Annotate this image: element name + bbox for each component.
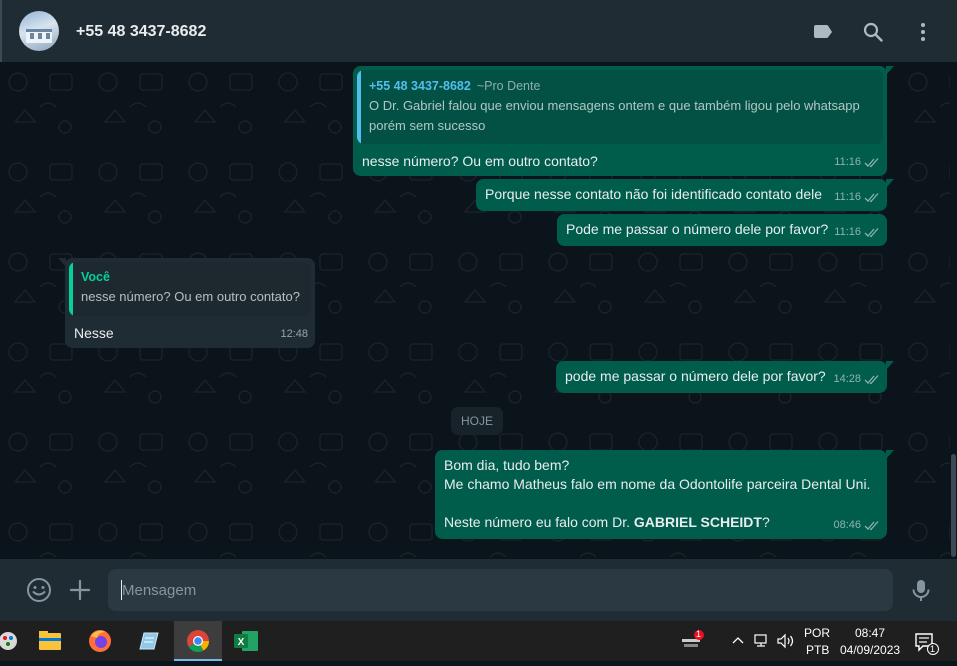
action-center-count: 1 [930,644,936,654]
network-alert-icon[interactable] [680,629,706,653]
whatsapp-window: +55 48 3437-8682 +55 48 3437-8682 ~Pro D… [0,0,957,621]
message-time: 11:16 [834,156,861,168]
message-line-2: Me chamo Matheus falo em nome da Odontol… [444,476,871,492]
notepad-icon[interactable] [124,621,172,661]
outgoing-message[interactable]: +55 48 3437-8682 ~Pro Dente O Dr. Gabriel… [353,66,894,176]
outgoing-message[interactable]: pode me passar o número dele por favor? … [556,361,894,393]
message-text: Porque nesse contato não foi identificad… [485,186,823,202]
contact-avatar[interactable] [19,11,59,51]
volume-icon[interactable] [776,633,796,649]
quote-text-line-2: porém sem sucesso [369,118,486,133]
outgoing-message[interactable]: Bom dia, tudo bem? Me chamo Matheus falo… [435,450,894,539]
attach-plus-icon[interactable] [67,577,93,603]
language-indicator-line-2[interactable]: PTB [806,643,829,657]
message-text: Nesse [74,325,114,341]
message-input[interactable] [108,569,893,611]
message-time: 08:46 [833,519,861,531]
action-center-icon[interactable] [913,631,941,657]
bold-name: GABRIEL SCHEIDT [633,514,762,530]
message-time: 11:16 [834,226,861,238]
contact-name[interactable]: +55 48 3437-8682 [76,23,206,41]
quoted-message[interactable]: +55 48 3437-8682 ~Pro Dente O Dr. Gabriel… [357,70,883,144]
date-separator: HOJE [451,407,503,435]
message-meta: 08:46 [833,516,880,535]
double-check-icon [864,521,879,531]
text-caret [121,580,122,600]
language-indicator-line-1[interactable]: POR [804,626,830,640]
excel-icon[interactable]: X [222,621,270,661]
composer-bar [0,559,957,621]
chevron-up-icon[interactable] [731,634,745,648]
clock-time[interactable]: 08:47 [855,626,885,640]
label-icon[interactable] [811,20,835,44]
outgoing-message[interactable]: Porque nesse contato não foi identificad… [476,179,894,211]
message-meta: 14:28 [833,370,880,389]
notification-badge: 1 [696,629,702,639]
message-meta: 11:16 [834,153,880,172]
quote-author: +55 48 3437-8682 [369,79,471,93]
message-line-1: Bom dia, tudo bem? [444,457,570,473]
file-explorer-icon[interactable] [26,621,74,661]
quoted-message[interactable]: Você nesse número? Ou em outro contato? [69,262,311,316]
search-icon[interactable] [861,20,885,44]
double-check-icon [864,375,879,385]
windows-taskbar: X 1 POR PTB 08:47 04/09/2023 1 [0,621,957,661]
message-time: 14:28 [833,373,861,385]
chrome-icon[interactable] [174,621,222,661]
message-time: 12:48 [280,328,308,340]
scrollbar-thumb[interactable] [951,454,956,557]
double-check-icon [864,158,879,168]
svg-text:X: X [238,637,245,648]
double-check-icon [864,193,879,203]
outgoing-message[interactable]: Pode me passar o número dele por favor? … [557,214,887,246]
microphone-icon[interactable] [908,577,934,603]
chat-scrollbar[interactable] [950,62,957,559]
emoji-icon[interactable] [26,577,52,603]
message-meta: 11:16 [834,188,880,207]
message-meta: 12:48 [280,325,308,344]
message-list[interactable]: +55 48 3437-8682 ~Pro Dente O Dr. Gabriel… [0,62,950,559]
incoming-message[interactable]: Você nesse número? Ou em outro contato? … [58,258,315,348]
message-line-3: Neste número eu falo com Dr. GABRIEL SCH… [444,514,770,530]
quote-text: nesse número? Ou em outro contato? [81,289,300,304]
clock-date[interactable]: 04/09/2023 [840,643,900,657]
quote-author: Você [81,270,110,284]
message-text: Pode me passar o número dele por favor? [566,221,829,237]
message-text: pode me passar o número dele por favor? [565,368,826,384]
message-meta: 11:16 [834,223,880,242]
message-time: 11:16 [834,191,861,203]
firefox-icon[interactable] [76,621,124,661]
quote-author-tag: ~Pro Dente [476,79,541,93]
chat-header: +55 48 3437-8682 [0,0,957,62]
menu-icon[interactable] [911,20,935,44]
message-text: nesse número? Ou em outro contato? [362,153,598,169]
network-icon[interactable] [753,633,771,649]
quote-text-line-1: O Dr. Gabriel falou que enviou mensagens… [369,98,860,113]
double-check-icon [864,228,879,238]
